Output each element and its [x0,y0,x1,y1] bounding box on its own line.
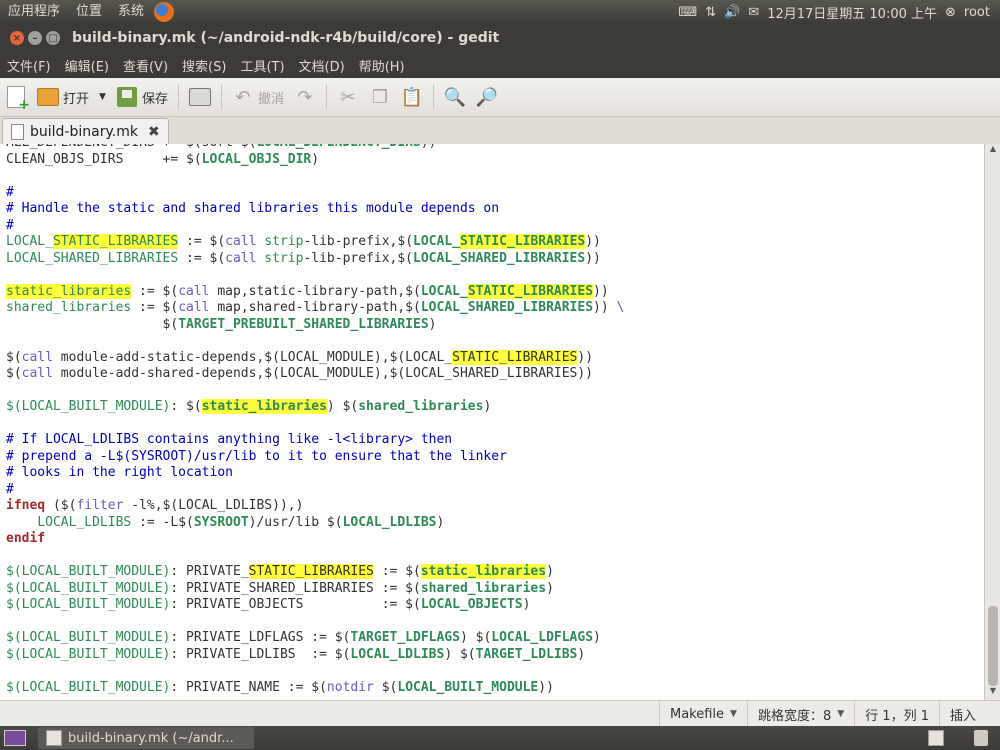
insert-mode-label: 插入 [949,708,976,724]
search-icon: 🔍 [443,86,467,108]
find-replace-icon: 🔎 [475,86,499,108]
find-replace-button[interactable]: 🔎 [471,86,503,108]
menu-file[interactable]: 文件(F) [0,56,58,75]
cut-icon: ✂ [340,86,356,108]
scrollbar-thumb[interactable] [988,606,998,686]
toolbar-separator [325,85,327,109]
undo-icon: ↶ [235,86,251,108]
folder-open-icon [37,86,59,108]
new-document-icon [5,86,30,113]
close-tab-icon[interactable]: ✖ [148,124,160,140]
save-icon [116,86,138,108]
menu-tools[interactable]: 工具(T) [233,56,291,75]
minimize-window-button[interactable]: – [28,31,42,45]
copy-button[interactable]: ❐ [364,86,396,108]
scroll-up-icon[interactable]: ▲ [985,144,1000,158]
find-button[interactable]: 🔍 [439,86,471,108]
copy-icon: ❐ [371,86,389,108]
tab-width-selector[interactable]: 跳格宽度：8 ▼ [746,701,854,727]
session-icon[interactable]: ⊗ [945,5,956,20]
language-selector[interactable]: Makefile ▼ [659,701,747,727]
chevron-down-icon: ▼ [730,709,737,719]
bottom-panel: build-binary.mk (~/andr... [0,726,1000,750]
insert-mode: 插入 [938,701,1000,727]
user-name[interactable]: root [964,5,990,20]
menu-help[interactable]: 帮助(H) [352,56,412,75]
window-title: build-binary.mk (~/android-ndk-r4b/build… [72,30,500,46]
redo-button[interactable]: ↷ [289,86,321,108]
menubar: 文件(F) 编辑(E) 查看(V) 搜索(S) 工具(T) 文档(D) 帮助(H… [0,52,1000,78]
tab-build-binary[interactable]: build-binary.mk ✖ [2,118,169,145]
language-label: Makefile [670,706,725,722]
trash-icon[interactable] [974,730,988,746]
document-tabs: build-binary.mk ✖ [0,117,1000,145]
cursor-position: 行 1，列 1 [854,701,939,727]
undo-label: 撤消 [257,91,284,107]
mail-icon[interactable]: ✉ [748,5,759,20]
scroll-down-icon[interactable]: ▼ [985,686,1000,700]
save-button[interactable]: 保存 [111,86,173,108]
maximize-window-button[interactable]: □ [46,31,60,45]
menu-edit[interactable]: 编辑(E) [58,56,116,75]
window-titlebar[interactable]: × – □ build-binary.mk (~/android-ndk-r4b… [0,24,1000,52]
network-icon[interactable]: ⇅ [705,5,716,20]
places-menu[interactable]: 位置 [68,0,110,24]
save-label: 保存 [141,91,168,107]
chevron-down-icon: ▼ [837,709,845,719]
open-button[interactable]: 打开 [32,86,94,108]
menu-search[interactable]: 搜索(S) [175,56,233,75]
recent-files-dropdown[interactable]: ▼ [94,92,111,102]
keyboard-icon[interactable]: ⌨ [678,5,697,20]
print-icon [188,86,211,108]
volume-icon[interactable]: 🔊 [724,5,740,20]
tab-label: build-binary.mk [30,124,138,140]
paste-button[interactable]: 📋 [396,86,428,108]
clock[interactable]: 12月17日星期五 10:00 上午 [767,3,937,22]
undo-button[interactable]: ↶ 撤消 [227,86,289,108]
statusbar: Makefile ▼ 跳格宽度：8 ▼ 行 1，列 1 插入 [0,700,1000,727]
firefox-icon[interactable] [154,2,175,22]
toolbar-separator [220,85,222,109]
vertical-scrollbar[interactable]: ▲ ▼ [984,144,1000,700]
open-label: 打开 [63,91,90,107]
system-menu[interactable]: 系统 [110,0,152,24]
toolbar: 打开 ▼ 保存 ↶ 撤消 ↷ ✂ ❐ 📋 🔍 🔎 [0,78,1000,117]
redo-icon: ↷ [297,86,313,108]
new-button[interactable] [0,86,32,113]
taskbar-item-label: build-binary.mk (~/andr... [68,730,234,746]
menu-documents[interactable]: 文档(D) [292,56,352,75]
paste-icon: 📋 [400,86,424,108]
close-window-button[interactable]: × [10,31,24,45]
text-editor[interactable]: ALL_DEPENDENCY_DIRS += $(sort $(LOCAL_DE… [0,144,984,700]
tab-width-label: 跳格宽度：8 [757,708,832,724]
gedit-icon [46,730,62,746]
menu-view[interactable]: 查看(V) [116,56,175,75]
code-content[interactable]: ALL_DEPENDENCY_DIRS += $(sort $(LOCAL_DE… [6,144,624,696]
cursor-position-label: 行 1，列 1 [865,708,929,724]
chevron-down-icon: ▼ [99,92,106,102]
taskbar-item-gedit[interactable]: build-binary.mk (~/andr... [38,727,254,749]
system-tray: ⌨ ⇅ 🔊 ✉ 12月17日星期五 10:00 上午 ⊗ root [678,3,1000,22]
applications-menu[interactable]: 应用程序 [0,0,68,24]
show-desktop-icon[interactable] [4,730,26,746]
text-editor-icon[interactable] [928,730,944,746]
print-button[interactable] [184,86,216,108]
toolbar-separator [177,85,179,109]
text-file-icon [11,124,24,140]
cut-button[interactable]: ✂ [332,86,364,108]
toolbar-separator [432,85,434,109]
top-panel: 应用程序 位置 系统 ⌨ ⇅ 🔊 ✉ 12月17日星期五 10:00 上午 ⊗ … [0,0,1000,24]
